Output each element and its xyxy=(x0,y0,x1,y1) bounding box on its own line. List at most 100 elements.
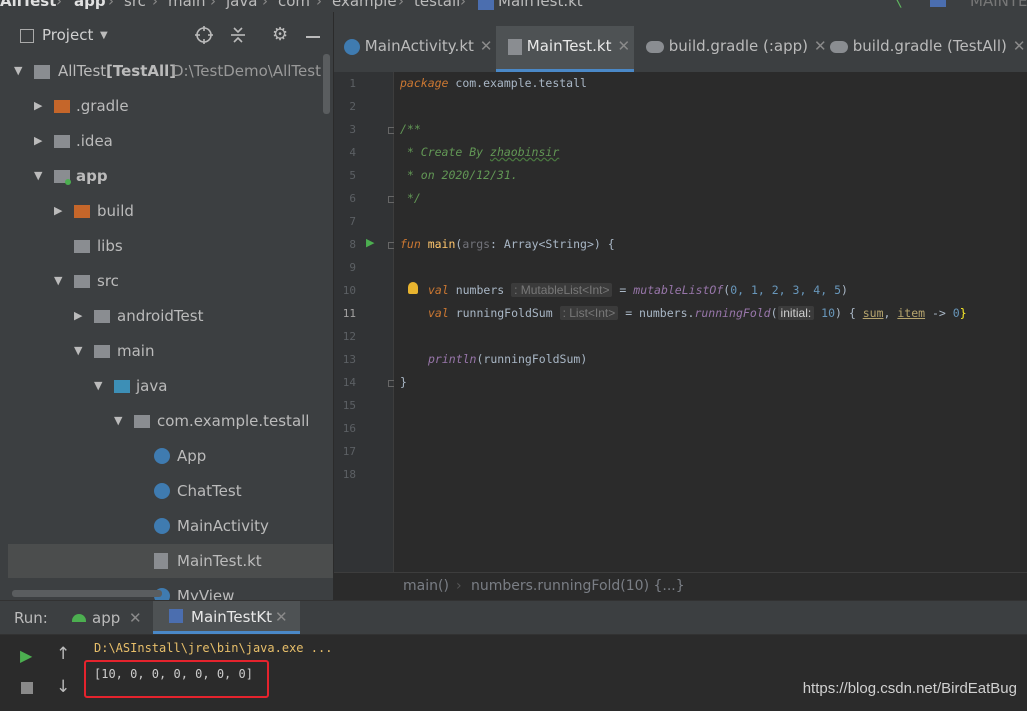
tree-item-main[interactable]: ▼ main xyxy=(8,334,326,368)
line-number: 15 xyxy=(342,399,356,412)
chevron-down-icon[interactable]: ▼ xyxy=(14,54,22,88)
close-icon[interactable]: ✕ xyxy=(129,609,142,627)
tree-item-label: java xyxy=(136,377,168,395)
project-panel: Project ▼ ⚙ ▼ AllTest [TestAll] D:\TestD… xyxy=(8,12,333,600)
chevron-down-icon[interactable]: ▼ xyxy=(94,369,102,403)
tree-item-idea[interactable]: ▶ .idea xyxy=(8,124,326,158)
tab-maintest[interactable]: MainTest.kt ✕ xyxy=(496,26,634,72)
chevron-right-icon[interactable]: ▶ xyxy=(54,194,62,228)
gear-icon[interactable]: ⚙ xyxy=(272,24,288,45)
line-number: 5 xyxy=(349,169,356,182)
tree-item-label: AllTest xyxy=(58,62,107,80)
crumb-app[interactable]: app xyxy=(74,0,106,10)
project-title[interactable]: Project xyxy=(42,26,93,44)
chevron-right-icon[interactable]: ▶ xyxy=(34,124,42,158)
tree-item-maintest[interactable]: MainTest.kt xyxy=(8,544,333,578)
tree-item-label: main xyxy=(117,342,155,360)
crumb-project[interactable]: AllTest xyxy=(0,0,56,10)
chevron-down-icon[interactable]: ▼ xyxy=(54,264,62,298)
crumb-java[interactable]: java xyxy=(226,0,257,10)
arrow-down-icon[interactable]: ↓ xyxy=(56,677,70,697)
line-number: 12 xyxy=(342,330,356,343)
tree-item-label: App xyxy=(177,447,207,465)
line-number: 7 xyxy=(349,215,356,228)
locate-icon[interactable] xyxy=(194,25,214,45)
line-number: 6 xyxy=(349,192,356,205)
crumb-example[interactable]: example xyxy=(332,0,397,10)
crumb-function[interactable]: main() xyxy=(403,578,449,594)
stop-icon[interactable] xyxy=(21,682,33,694)
module-folder-icon xyxy=(34,65,50,79)
tree-item-java[interactable]: ▼ java xyxy=(8,369,326,403)
kotlin-class-icon xyxy=(344,38,360,55)
collapse-all-icon[interactable] xyxy=(228,25,248,45)
rerun-icon[interactable]: ▶ xyxy=(20,646,32,665)
tree-item-mainactivity[interactable]: MainActivity xyxy=(8,509,326,543)
line-number: 14 xyxy=(342,376,356,389)
tree-item-gradle[interactable]: ▶ .gradle xyxy=(8,89,326,123)
chevron-down-icon[interactable]: ▼ xyxy=(74,334,82,368)
tree-item-androidtest[interactable]: ▶ androidTest xyxy=(8,299,326,333)
tab-maintestkt[interactable]: MainTestKt ✕ xyxy=(153,601,300,634)
kotlin-file-icon xyxy=(154,553,168,569)
tree-item-label: .idea xyxy=(76,132,113,150)
code-editor[interactable]: package com.example.testall /** * Create… xyxy=(394,72,1027,572)
hammer-icon[interactable]: ╲ xyxy=(892,0,901,8)
folder-icon xyxy=(74,240,90,253)
close-icon[interactable]: ✕ xyxy=(480,37,493,55)
tree-item-label: com.example.testall xyxy=(157,412,310,430)
chevron-down-icon[interactable]: ▼ xyxy=(100,30,108,41)
arrow-up-icon[interactable]: ↑ xyxy=(56,644,70,664)
tree-item-root[interactable]: ▼ AllTest [TestAll] D:\TestDemo\AllTest xyxy=(8,54,326,88)
tree-item-src[interactable]: ▼ src xyxy=(8,264,326,298)
kotlin-config-icon xyxy=(169,609,183,623)
lightbulb-icon[interactable] xyxy=(408,282,418,294)
tab-mainactivity[interactable]: MainActivity.kt ✕ xyxy=(344,26,492,72)
kotlin-file-icon xyxy=(478,0,494,10)
run-config-label[interactable]: MAINTE xyxy=(970,0,1027,10)
tree-item-chattest[interactable]: ChatTest xyxy=(8,474,326,508)
close-icon[interactable]: ✕ xyxy=(814,37,827,55)
tree-item-libs[interactable]: libs xyxy=(8,229,326,263)
tree-item-package[interactable]: ▼ com.example.testall xyxy=(8,404,326,438)
crumb-lambda[interactable]: numbers.runningFold(10) {...} xyxy=(471,578,685,594)
run-tab-label[interactable]: app xyxy=(92,609,120,627)
gradle-icon xyxy=(646,40,664,53)
crumb-src[interactable]: src xyxy=(124,0,146,10)
folder-icon xyxy=(74,275,90,288)
crumb-testall[interactable]: testall xyxy=(414,0,460,10)
vertical-scrollbar[interactable] xyxy=(323,54,330,114)
param-hint: initial: xyxy=(777,306,815,320)
close-icon[interactable]: ✕ xyxy=(275,608,288,626)
tree-item-label: build xyxy=(97,202,134,220)
tree-item-label: MainActivity xyxy=(177,517,269,535)
code-line-10: val numbers : MutableList<Int> = mutable… xyxy=(428,283,848,297)
code-line-13: println(runningFoldSum) xyxy=(428,352,588,366)
gradle-icon xyxy=(830,40,848,53)
folder-icon xyxy=(94,310,110,323)
close-icon[interactable]: ✕ xyxy=(617,37,630,55)
chevron-right-icon[interactable]: ▶ xyxy=(34,89,42,123)
close-icon[interactable]: ✕ xyxy=(1013,37,1026,55)
tab-label: build.gradle (:app) xyxy=(668,37,808,55)
crumb-com[interactable]: com xyxy=(278,0,310,10)
horizontal-scrollbar[interactable] xyxy=(12,590,162,597)
code-line-5: * on 2020/12/31. xyxy=(400,168,518,182)
tab-label: MainActivity.kt xyxy=(364,37,474,55)
tab-build-gradle-app[interactable]: build.gradle (:app) ✕ xyxy=(646,26,827,72)
tree-item-app[interactable]: ▼ app xyxy=(8,159,326,193)
tree-item-build[interactable]: ▶ build xyxy=(8,194,326,228)
run-gutter-icon[interactable]: ▶ xyxy=(366,236,374,249)
chevron-right-icon[interactable]: ▶ xyxy=(74,299,82,333)
code-line-11: val runningFoldSum : List<Int> = numbers… xyxy=(428,306,967,320)
chevron-down-icon[interactable]: ▼ xyxy=(114,404,122,438)
navigation-breadcrumb: AllTest › app › src › main › java › com … xyxy=(0,0,1027,12)
tree-item-app-class[interactable]: App xyxy=(8,439,326,473)
tab-build-gradle-testall[interactable]: build.gradle (TestAll) ✕ xyxy=(830,26,1025,72)
crumb-file[interactable]: MainTest.kt xyxy=(498,0,583,10)
minimize-icon[interactable] xyxy=(306,36,320,38)
editor-breadcrumb-bar: main() › numbers.runningFold(10) {...} xyxy=(334,572,1027,601)
chevron-down-icon[interactable]: ▼ xyxy=(34,159,42,193)
tree-item-label: .gradle xyxy=(76,97,129,115)
crumb-main[interactable]: main xyxy=(168,0,205,10)
